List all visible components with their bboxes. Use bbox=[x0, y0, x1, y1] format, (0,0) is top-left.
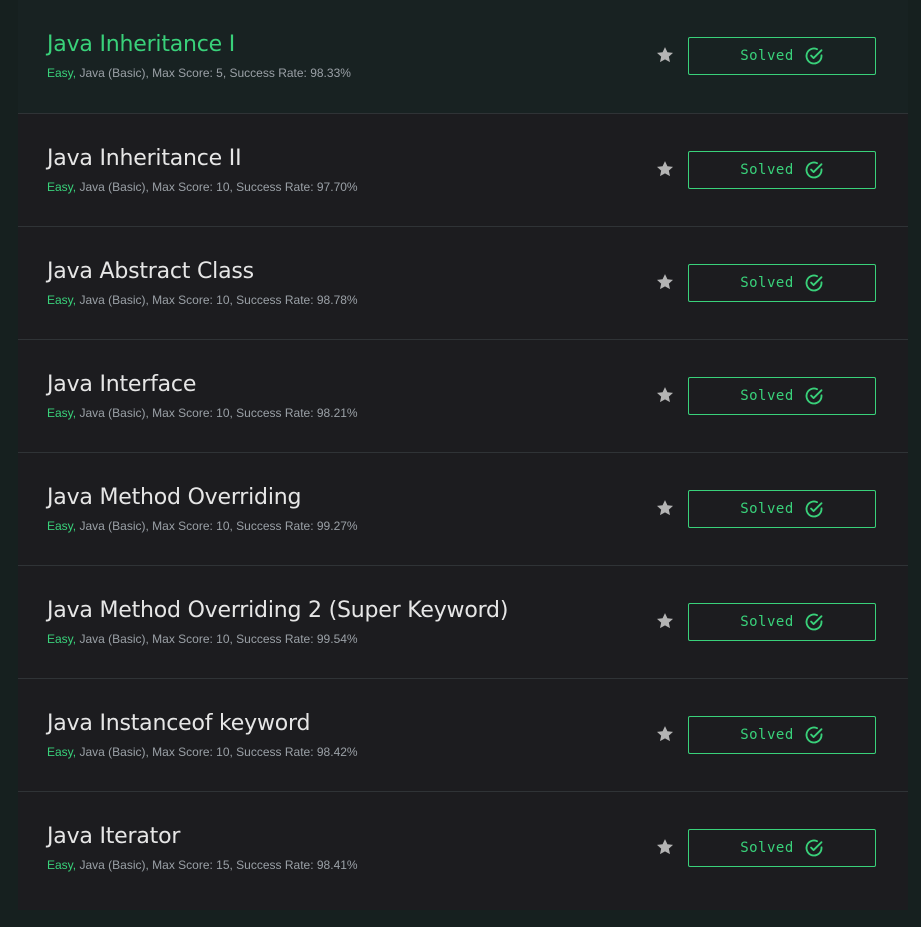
difficulty-label: Easy, bbox=[47, 632, 77, 646]
challenge-details: Java (Basic), Max Score: 10, Success Rat… bbox=[76, 632, 358, 646]
challenge-title[interactable]: Java Method Overriding 2 (Super Keyword) bbox=[47, 598, 508, 623]
check-circle-icon bbox=[805, 387, 823, 405]
star-icon[interactable] bbox=[655, 159, 675, 179]
challenge-title[interactable]: Java Inheritance I bbox=[47, 32, 235, 57]
challenge-details: Java (Basic), Max Score: 10, Success Rat… bbox=[76, 519, 358, 533]
check-circle-icon bbox=[805, 500, 823, 518]
star-icon[interactable] bbox=[655, 385, 675, 405]
star-icon[interactable] bbox=[655, 272, 675, 292]
challenge-details: Java (Basic), Max Score: 10, Success Rat… bbox=[76, 406, 358, 420]
challenge-title[interactable]: Java Instanceof keyword bbox=[47, 711, 310, 736]
solved-label: Solved bbox=[740, 501, 794, 517]
challenge-row[interactable]: Java Inheritance I Easy, Java (Basic), M… bbox=[18, 0, 908, 114]
star-icon[interactable] bbox=[655, 45, 675, 65]
challenge-title[interactable]: Java Method Overriding bbox=[47, 485, 301, 510]
challenge-row[interactable]: Java Method Overriding 2 (Super Keyword)… bbox=[18, 566, 908, 679]
challenge-title[interactable]: Java Interface bbox=[47, 372, 196, 397]
solved-label: Solved bbox=[740, 727, 794, 743]
challenge-details: Java (Basic), Max Score: 5, Success Rate… bbox=[76, 66, 351, 80]
challenge-meta: Easy, Java (Basic), Max Score: 10, Succe… bbox=[47, 180, 358, 194]
star-icon[interactable] bbox=[655, 498, 675, 518]
challenge-row[interactable]: Java Iterator Easy, Java (Basic), Max Sc… bbox=[18, 792, 908, 910]
check-circle-icon bbox=[805, 161, 823, 179]
solved-label: Solved bbox=[740, 388, 794, 404]
challenge-meta: Easy, Java (Basic), Max Score: 10, Succe… bbox=[47, 632, 358, 646]
solved-button[interactable]: Solved bbox=[688, 377, 876, 415]
solved-label: Solved bbox=[740, 614, 794, 630]
challenge-row[interactable]: Java Instanceof keyword Easy, Java (Basi… bbox=[18, 679, 908, 792]
solved-button[interactable]: Solved bbox=[688, 829, 876, 867]
challenge-row[interactable]: Java Method Overriding Easy, Java (Basic… bbox=[18, 453, 908, 566]
difficulty-label: Easy, bbox=[47, 66, 77, 80]
check-circle-icon bbox=[805, 726, 823, 744]
check-circle-icon bbox=[805, 274, 823, 292]
challenge-meta: Easy, Java (Basic), Max Score: 10, Succe… bbox=[47, 519, 358, 533]
solved-button[interactable]: Solved bbox=[688, 151, 876, 189]
challenge-meta: Easy, Java (Basic), Max Score: 5, Succes… bbox=[47, 66, 351, 80]
challenge-list: Java Inheritance I Easy, Java (Basic), M… bbox=[18, 0, 908, 910]
solved-button[interactable]: Solved bbox=[688, 603, 876, 641]
challenge-details: Java (Basic), Max Score: 10, Success Rat… bbox=[76, 745, 358, 759]
difficulty-label: Easy, bbox=[47, 293, 77, 307]
star-icon[interactable] bbox=[655, 611, 675, 631]
challenge-row[interactable]: Java Inheritance II Easy, Java (Basic), … bbox=[18, 114, 908, 227]
difficulty-label: Easy, bbox=[47, 406, 77, 420]
star-icon[interactable] bbox=[655, 837, 675, 857]
solved-button[interactable]: Solved bbox=[688, 264, 876, 302]
check-circle-icon bbox=[805, 47, 823, 65]
challenge-meta: Easy, Java (Basic), Max Score: 10, Succe… bbox=[47, 745, 358, 759]
solved-label: Solved bbox=[740, 48, 794, 64]
challenge-title[interactable]: Java Abstract Class bbox=[47, 259, 254, 284]
solved-label: Solved bbox=[740, 162, 794, 178]
solved-button[interactable]: Solved bbox=[688, 37, 876, 75]
difficulty-label: Easy, bbox=[47, 180, 77, 194]
challenge-title[interactable]: Java Iterator bbox=[47, 824, 180, 849]
solved-label: Solved bbox=[740, 840, 794, 856]
star-icon[interactable] bbox=[655, 724, 675, 744]
difficulty-label: Easy, bbox=[47, 858, 77, 872]
difficulty-label: Easy, bbox=[47, 745, 77, 759]
check-circle-icon bbox=[805, 839, 823, 857]
solved-button[interactable]: Solved bbox=[688, 490, 876, 528]
challenge-details: Java (Basic), Max Score: 10, Success Rat… bbox=[76, 293, 358, 307]
difficulty-label: Easy, bbox=[47, 519, 77, 533]
challenge-row[interactable]: Java Abstract Class Easy, Java (Basic), … bbox=[18, 227, 908, 340]
check-circle-icon bbox=[805, 613, 823, 631]
challenge-details: Java (Basic), Max Score: 15, Success Rat… bbox=[76, 858, 358, 872]
challenge-meta: Easy, Java (Basic), Max Score: 10, Succe… bbox=[47, 406, 358, 420]
solved-button[interactable]: Solved bbox=[688, 716, 876, 754]
challenge-meta: Easy, Java (Basic), Max Score: 15, Succe… bbox=[47, 858, 358, 872]
solved-label: Solved bbox=[740, 275, 794, 291]
challenge-row[interactable]: Java Interface Easy, Java (Basic), Max S… bbox=[18, 340, 908, 453]
challenge-title[interactable]: Java Inheritance II bbox=[47, 146, 242, 171]
challenge-details: Java (Basic), Max Score: 10, Success Rat… bbox=[76, 180, 358, 194]
challenge-meta: Easy, Java (Basic), Max Score: 10, Succe… bbox=[47, 293, 358, 307]
